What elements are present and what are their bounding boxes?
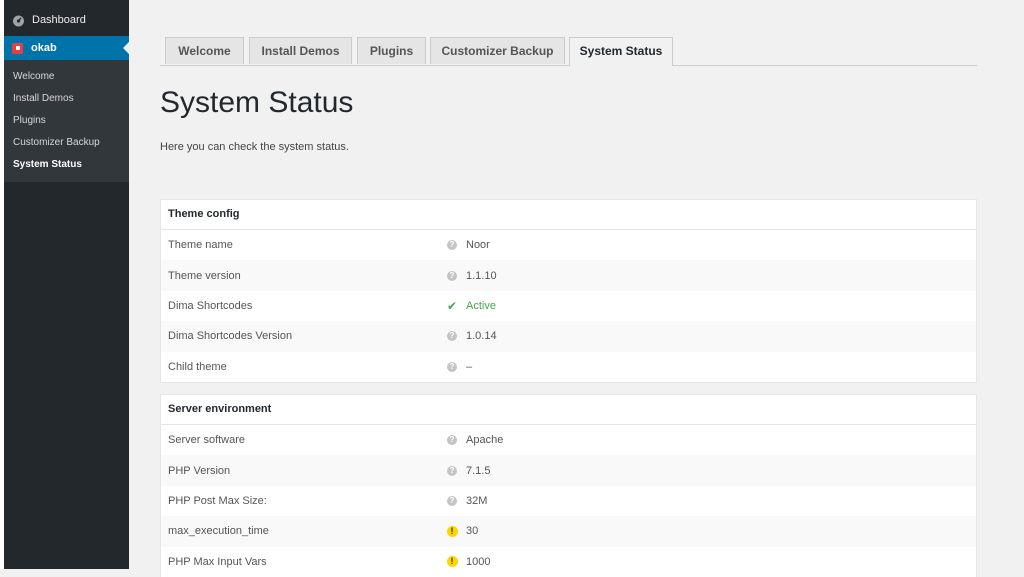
tab-system-status[interactable]: System Status (569, 37, 673, 66)
help-icon[interactable]: ? (447, 240, 457, 251)
row-label: Server software (168, 434, 246, 447)
submenu-item-customizer-backup[interactable]: Customizer Backup (4, 132, 129, 154)
row-label: PHP Max Input Vars (168, 555, 267, 568)
page-description: Here you can check the system status. (160, 141, 349, 153)
table-row: PHP Version ? 7.1.5 (161, 455, 976, 486)
row-value: 1.1.10 (466, 269, 497, 282)
submenu-item-install-demos[interactable]: Install Demos (4, 88, 129, 110)
panel-heading: Server environment (161, 395, 976, 425)
sidebar-item-label: Dashboard (32, 14, 86, 26)
row-value: Active (466, 299, 496, 312)
tab-welcome[interactable]: Welcome (165, 37, 244, 64)
row-value: 1.0.14 (466, 330, 497, 343)
tab-customizer-backup[interactable]: Customizer Backup (430, 37, 565, 64)
help-icon[interactable]: ? (447, 495, 457, 506)
submenu-item-plugins[interactable]: Plugins (4, 110, 129, 132)
table-row: Dima Shortcodes Version ? 1.0.14 (161, 321, 976, 352)
table-row: max_execution_time ! 30 (161, 516, 976, 547)
row-value: 7.1.5 (466, 464, 491, 477)
table-row: PHP Max Input Vars ! 1000 (161, 547, 976, 577)
active-arrow-icon (123, 42, 129, 54)
admin-sidebar: Dashboard okab Welcome Install Demos Plu… (4, 0, 129, 569)
row-label: Dima Shortcodes Version (168, 330, 293, 343)
row-label: Theme name (168, 239, 233, 252)
table-row: PHP Post Max Size: ? 32M (161, 486, 976, 516)
theme-config-panel: Theme config Theme name ? Noor Theme ver… (160, 199, 977, 383)
okab-logo-icon (12, 42, 23, 54)
row-value: 30 (466, 525, 479, 538)
row-label: Child theme (168, 360, 227, 373)
table-row: Child theme ? – (161, 352, 976, 382)
okab-submenu: Welcome Install Demos Plugins Customizer… (4, 60, 129, 182)
submenu-item-welcome[interactable]: Welcome (4, 66, 129, 88)
help-icon[interactable]: ? (447, 270, 457, 281)
row-value: Apache (466, 434, 504, 447)
row-value: – (466, 360, 473, 373)
row-label: PHP Post Max Size: (168, 494, 267, 507)
row-label: max_execution_time (168, 525, 269, 538)
sidebar-item-label: okab (31, 42, 57, 54)
dashboard-icon (12, 14, 25, 27)
nav-tabs: Welcome Install Demos Plugins Customizer… (160, 37, 977, 66)
warning-icon[interactable]: ! (446, 556, 458, 568)
panel-heading: Theme config (161, 200, 976, 230)
table-row: Theme name ? Noor (161, 230, 976, 260)
help-icon[interactable]: ? (447, 465, 457, 476)
help-icon[interactable]: ? (447, 331, 457, 342)
tab-install-demos[interactable]: Install Demos (249, 37, 352, 64)
check-icon: ✔ (446, 298, 458, 313)
help-icon[interactable]: ? (447, 361, 457, 372)
row-label: PHP Version (168, 464, 231, 477)
sidebar-item-dashboard[interactable]: Dashboard (4, 10, 129, 30)
row-label: Theme version (168, 269, 241, 282)
table-row: Dima Shortcodes ✔ Active (161, 291, 976, 321)
page-title: System Status (160, 86, 354, 119)
table-row: Server software ? Apache (161, 425, 976, 455)
row-label: Dima Shortcodes (168, 299, 253, 312)
server-environment-panel: Server environment Server software ? Apa… (160, 394, 977, 577)
warning-icon[interactable]: ! (446, 525, 458, 537)
tab-plugins[interactable]: Plugins (357, 37, 426, 64)
help-icon[interactable]: ? (447, 435, 457, 446)
submenu-item-system-status[interactable]: System Status (4, 154, 129, 176)
sidebar-item-okab[interactable]: okab (4, 36, 129, 60)
table-row: Theme version ? 1.1.10 (161, 260, 976, 291)
row-value: 1000 (466, 555, 491, 568)
row-value: 32M (466, 494, 488, 507)
row-value: Noor (466, 239, 490, 252)
